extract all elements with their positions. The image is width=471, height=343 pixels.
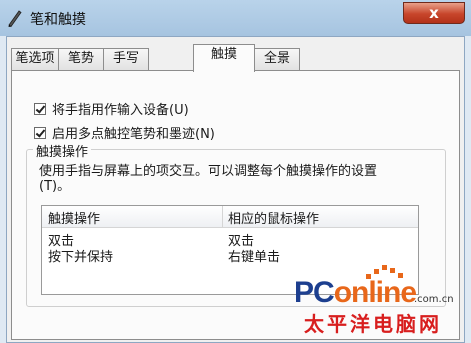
tab-panning[interactable]: 全景 [254, 48, 300, 70]
use-finger-label: 将手指用作输入设备(U) [52, 103, 189, 118]
multitouch-option[interactable]: 启用多点触控笔势和墨迹(N) [34, 123, 215, 142]
list-item[interactable]: 双击 双击 [42, 230, 418, 249]
use-finger-option[interactable]: 将手指用作输入设备(U) [34, 99, 189, 118]
close-icon: x [429, 4, 439, 22]
title-bar[interactable]: 笔和触摸 x [0, 0, 471, 36]
tab-flicks[interactable]: 笔势 [58, 48, 104, 70]
list-header: 触摸操作 相应的鼠标操作 [42, 206, 418, 228]
pconline-watermark: PConline .com.cn 太平洋电脑网 [290, 262, 462, 336]
multitouch-checkbox[interactable] [34, 126, 46, 139]
close-button[interactable]: x [403, 2, 465, 24]
pen-and-touch-window: 笔和触摸 x 笔选项 笔势 手写 触摸 全景 将手指用作输入设备(U) 启用多点… [0, 0, 471, 343]
column-header-mouse-action[interactable]: 相应的鼠标操作 [228, 208, 319, 227]
list-item[interactable]: 按下并保持 右键单击 [42, 246, 418, 265]
tab-touch[interactable]: 触摸 [193, 44, 255, 72]
multitouch-label: 启用多点触控笔势和墨迹(N) [52, 127, 215, 142]
mouse-action-cell: 右键单击 [228, 250, 281, 265]
use-finger-checkbox[interactable] [34, 102, 46, 115]
touch-actions-description: 使用手指与屏幕上的项交互。可以调整每个触摸操作的设置(T)。 [39, 164, 378, 194]
tab-pen-options[interactable]: 笔选项 [11, 48, 59, 70]
pen-icon [8, 10, 22, 28]
watermark-brand: PConline [294, 276, 417, 309]
group-title: 触摸操作 [33, 141, 92, 160]
watermark-chinese-name: 太平洋电脑网 [304, 312, 442, 336]
watermark-domain: .com.cn [414, 294, 454, 305]
window-title: 笔和触摸 [30, 12, 86, 28]
column-header-touch-action[interactable]: 触摸操作 [48, 208, 100, 227]
touch-action-cell: 按下并保持 [48, 250, 114, 265]
tab-handwriting[interactable]: 手写 [103, 48, 149, 70]
column-divider[interactable] [222, 206, 223, 227]
